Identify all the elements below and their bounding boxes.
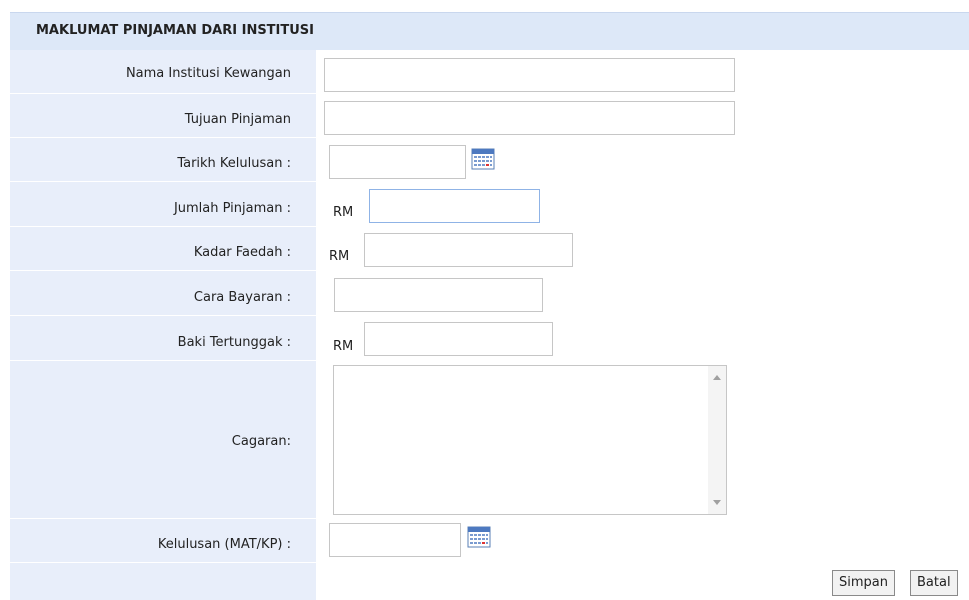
cagaran-label: Cagaran: [231, 434, 291, 449]
jumlah-pinjaman-input[interactable] [369, 189, 540, 223]
tujuan-pinjaman-label: Tujuan Pinjaman [184, 112, 291, 127]
baki-tertunggak-input[interactable] [364, 322, 553, 356]
calendar-icon[interactable] [471, 148, 495, 170]
section-header: MAKLUMAT PINJAMAN DARI INSTITUSI [10, 12, 969, 50]
kelulusan-mat-label: Kelulusan (MAT/KP) : [157, 537, 291, 552]
row-divider [10, 518, 316, 519]
currency-prefix: RM [329, 249, 350, 264]
currency-prefix: RM [333, 339, 354, 354]
kadar-faedah-input[interactable] [364, 233, 573, 267]
baki-tertunggak-label: Baki Tertunggak : [177, 335, 291, 350]
calendar-icon[interactable] [467, 526, 491, 548]
row-divider [10, 315, 316, 316]
tujuan-pinjaman-input[interactable] [324, 101, 735, 135]
kelulusan-mat-input[interactable] [329, 523, 461, 557]
cara-bayaran-label: Cara Bayaran : [193, 290, 291, 305]
row-divider [10, 270, 316, 271]
tarikh-kelulusan-label: Tarikh Kelulusan : [177, 156, 291, 171]
scroll-down-icon[interactable] [713, 500, 721, 505]
row-divider [10, 181, 316, 182]
nama-institusi-label: Nama Institusi Kewangan [125, 66, 291, 81]
row-divider [10, 137, 316, 138]
cagaran-textarea[interactable] [334, 366, 708, 514]
row-divider [10, 226, 316, 227]
scroll-up-icon[interactable] [713, 375, 721, 380]
kadar-faedah-label: Kadar Faedah : [193, 245, 291, 260]
cagaran-textarea-container [333, 365, 727, 515]
row-divider [10, 93, 316, 94]
currency-prefix: RM [333, 205, 354, 220]
row-divider [10, 360, 316, 361]
cancel-button[interactable]: Batal [910, 570, 958, 596]
jumlah-pinjaman-label: Jumlah Pinjaman : [173, 201, 291, 216]
nama-institusi-input[interactable] [324, 58, 735, 92]
row-divider [10, 562, 316, 563]
save-button[interactable]: Simpan [832, 570, 895, 596]
cara-bayaran-input[interactable] [334, 278, 543, 312]
section-title: MAKLUMAT PINJAMAN DARI INSTITUSI [36, 23, 315, 38]
textarea-scrollbar[interactable] [708, 366, 726, 514]
tarikh-kelulusan-input[interactable] [329, 145, 466, 179]
